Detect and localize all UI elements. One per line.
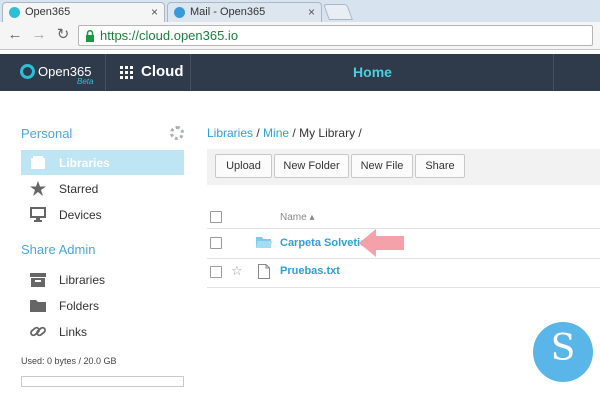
reload-icon[interactable]: ↻ <box>54 26 72 44</box>
link-icon <box>30 326 46 337</box>
browser-toolbar: ← → ↻ https://cloud.open365.io <box>0 22 600 50</box>
sidebar-item-label: Starred <box>59 182 99 196</box>
beta-badge: Beta <box>77 77 94 86</box>
tab-title: Mail - Open365 <box>190 6 266 18</box>
breadcrumb-libraries-link[interactable]: Libraries <box>207 126 253 140</box>
sidebar-item-label: Links <box>59 325 88 339</box>
breadcrumb-separator: / <box>253 126 264 140</box>
browser-tab-strip: Open365 × Mail - Open365 × <box>0 0 600 22</box>
file-operations-bar: Upload New Folder New File Share <box>207 149 600 185</box>
forward-icon[interactable]: → <box>30 26 48 44</box>
new-tab-button[interactable] <box>323 4 353 20</box>
breadcrumb-mine-link[interactable]: Mine <box>263 126 289 140</box>
star-icon <box>30 181 46 196</box>
header-divider <box>553 54 554 91</box>
archive-icon <box>30 273 46 287</box>
breadcrumb-separator: / <box>355 126 362 140</box>
url-text: https://cloud.open365.io <box>100 28 239 43</box>
watermark-letter: S <box>550 328 576 369</box>
new-file-button[interactable]: New File <box>351 154 413 178</box>
name-column-header[interactable]: Name ▴ <box>280 212 314 223</box>
monitor-icon <box>30 207 46 222</box>
row-divider <box>207 287 600 288</box>
open365-favicon-icon <box>9 7 20 18</box>
personal-heading: Personal <box>21 126 73 141</box>
browser-tab-mail[interactable]: Mail - Open365 × <box>167 2 322 22</box>
app-header: Open365 Beta Cloud Home <box>0 54 600 91</box>
back-icon[interactable]: ← <box>6 26 24 44</box>
gear-icon[interactable] <box>170 126 184 140</box>
folder-name-link[interactable]: Carpeta Solvetic <box>280 237 366 249</box>
row-checkbox[interactable] <box>210 266 222 278</box>
pointer-arrow-icon <box>359 229 404 257</box>
breadcrumb-current: My Library <box>299 126 356 140</box>
app-grid-icon[interactable] <box>120 66 133 79</box>
app-title[interactable]: Cloud <box>141 63 184 80</box>
row-checkbox[interactable] <box>210 237 222 249</box>
sidebar-item-label: Devices <box>59 208 102 222</box>
home-nav-link[interactable]: Home <box>340 64 405 80</box>
sidebar-item-label: Libraries <box>59 273 106 287</box>
storage-usage-text: Used: 0 bytes / 20.0 GB <box>21 356 117 366</box>
sidebar-item-folders[interactable]: Folders <box>21 293 184 318</box>
header-divider <box>105 54 106 91</box>
select-all-checkbox[interactable] <box>210 211 222 223</box>
sidebar-item-starred[interactable]: Starred <box>21 176 184 201</box>
address-bar[interactable]: https://cloud.open365.io <box>78 25 593 46</box>
tab-title: Open365 <box>25 6 71 18</box>
upload-button[interactable]: Upload <box>215 154 272 178</box>
text-file-icon <box>258 264 270 279</box>
share-button[interactable]: Share <box>415 154 465 178</box>
mail-favicon-icon <box>174 7 185 18</box>
libraries-icon <box>31 156 45 169</box>
sidebar-item-devices[interactable]: Devices <box>21 202 184 227</box>
sidebar-item-label: Folders <box>59 299 100 313</box>
open365-logo-icon <box>20 64 35 79</box>
folder-icon <box>30 300 46 312</box>
folder-icon <box>256 237 272 248</box>
sidebar-item-libraries[interactable]: Libraries <box>21 150 184 175</box>
sidebar-item-admin-libraries[interactable]: Libraries <box>21 267 184 292</box>
star-toggle-icon[interactable]: ☆ <box>231 263 243 279</box>
row-divider <box>207 258 600 259</box>
sidebar-item-label: Libraries <box>59 156 110 170</box>
sidebar-item-links[interactable]: Links <box>21 319 184 344</box>
new-folder-button[interactable]: New Folder <box>274 154 349 178</box>
share-admin-heading: Share Admin <box>21 242 96 257</box>
watermark-logo: S <box>533 322 593 382</box>
close-tab-icon[interactable]: × <box>151 5 158 19</box>
browser-tab-open365[interactable]: Open365 × <box>2 2 165 22</box>
lock-icon <box>86 30 94 42</box>
file-name-link[interactable]: Pruebas.txt <box>280 265 340 277</box>
breadcrumb-separator: / <box>289 126 300 140</box>
header-divider <box>190 54 191 91</box>
breadcrumb: Libraries / Mine / My Library / <box>207 126 362 140</box>
close-tab-icon[interactable]: × <box>308 5 315 19</box>
storage-usage-bar <box>21 376 184 387</box>
